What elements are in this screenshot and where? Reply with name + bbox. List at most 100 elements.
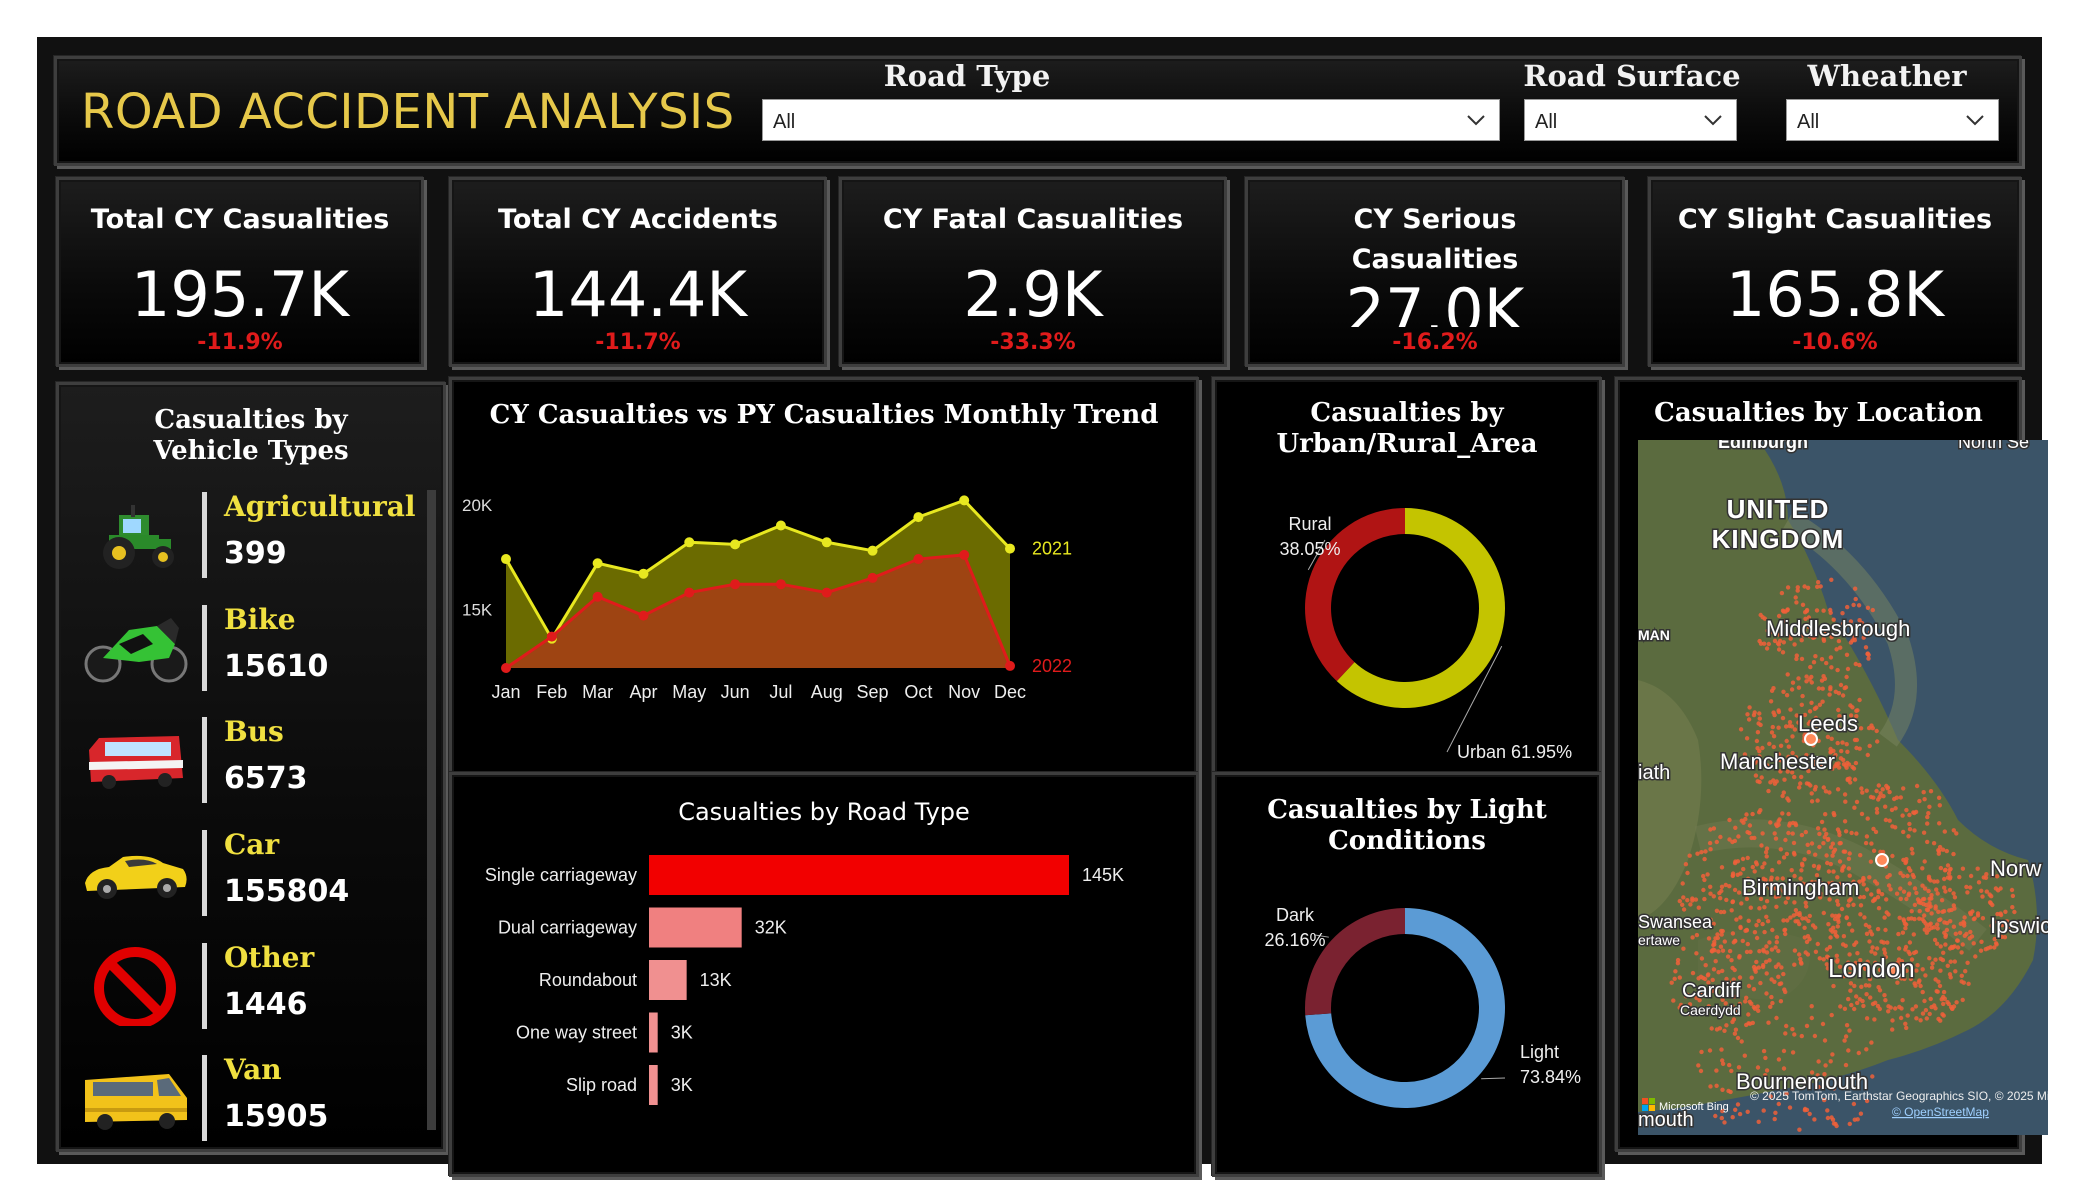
vehicle-name: Other: [224, 941, 315, 974]
accident-dot: [1959, 973, 1964, 978]
accident-dot: [1792, 727, 1798, 732]
map-label: Birmingham: [1742, 875, 1859, 900]
accident-dot: [1696, 1063, 1701, 1068]
accident-dot: [1734, 917, 1739, 922]
accident-dot: [1766, 1020, 1771, 1025]
car-icon: [85, 855, 187, 899]
accident-dot: [1782, 987, 1787, 992]
accident-dot: [1780, 650, 1786, 655]
chevron-down-icon: [1704, 115, 1722, 126]
accident-dot: [1669, 980, 1674, 985]
accident-dot: [1756, 918, 1761, 924]
accident-dot: [1833, 929, 1838, 934]
accident-dot: [1761, 947, 1766, 952]
accident-dot: [1830, 1052, 1835, 1057]
accident-dot: [1792, 642, 1797, 647]
road-type-panel: Casualties by Road Type Single carriagew…: [449, 772, 1199, 1177]
accident-dot: [1707, 840, 1713, 846]
accident-dot: [1874, 946, 1880, 951]
accident-dot: [1743, 999, 1748, 1004]
kpi-title: CY Slight Casualities: [1677, 204, 1993, 235]
accident-dot: [1759, 843, 1764, 848]
accident-dot: [1708, 847, 1713, 852]
accident-dot: [1699, 850, 1704, 855]
accident-dot: [1876, 985, 1881, 990]
map-label: Swansea: [1638, 912, 1713, 932]
accident-dot: [1745, 855, 1750, 861]
accident-dot: [1769, 730, 1775, 735]
accident-dot: [1797, 785, 1802, 790]
accident-dot: [1799, 868, 1804, 873]
accident-dot: [1776, 1057, 1782, 1062]
accident-dot: [1939, 997, 1944, 1002]
accident-dot: [1829, 665, 1834, 670]
accident-dot: [1918, 983, 1923, 989]
location-map[interactable]: Edinburgh North Se UNITED KINGDOM MAN Mi…: [1638, 440, 2048, 1135]
accident-dot: [1902, 921, 1908, 926]
accident-dot: [1703, 849, 1708, 854]
accident-dot: [1968, 885, 1973, 890]
accident-dot: [1841, 757, 1846, 763]
accident-dot: [1809, 1004, 1814, 1009]
accident-dot: [1736, 890, 1742, 895]
accident-dot: [1815, 826, 1821, 831]
accident-dot: [1835, 787, 1841, 792]
accident-dot: [1883, 998, 1888, 1003]
accident-dot: [1754, 935, 1760, 941]
accident-dot: [1835, 740, 1840, 746]
accident-dot: [1727, 817, 1732, 823]
accident-dot: [1675, 961, 1681, 966]
accident-dot: [1799, 774, 1804, 780]
accident-dot: [1980, 894, 1985, 899]
accident-dot: [1852, 1006, 1857, 1012]
accident-dot: [1805, 842, 1810, 847]
accident-dot: [1863, 840, 1869, 846]
accident-dot: [1774, 940, 1779, 945]
accident-dot: [1853, 586, 1858, 591]
accident-dot: [1767, 940, 1772, 945]
accident-dot: [1814, 608, 1820, 613]
accident-dot: [1787, 821, 1793, 826]
accident-dot: [1825, 1108, 1830, 1113]
accident-dot: [1850, 928, 1855, 933]
accident-dot: [1857, 697, 1862, 703]
accident-dot: [1813, 784, 1818, 790]
accident-dot: [1780, 608, 1786, 613]
accident-dot: [1870, 607, 1875, 613]
osm-attribution-link[interactable]: © OpenStreetMap: [1892, 1105, 1989, 1119]
accident-dot: [1685, 870, 1690, 876]
accident-dot: [1948, 959, 1953, 964]
road-surface-select[interactable]: All: [1524, 99, 1737, 141]
accident-dot: [1870, 898, 1876, 904]
weather-select[interactable]: All: [1786, 99, 1999, 141]
accident-dot: [1842, 1038, 1847, 1043]
accident-dot: [1735, 1035, 1741, 1041]
accident-dot: [1926, 927, 1931, 932]
vehicle-list-scrollbar[interactable]: [427, 490, 436, 1130]
road-type-select[interactable]: All: [762, 99, 1500, 141]
accident-dot: [1841, 934, 1847, 939]
accident-dot: [1848, 988, 1853, 993]
accident-dot: [1907, 940, 1913, 945]
accident-dot: [1964, 884, 1969, 890]
trend-chart: 2021 2022 15K 20K Jan Feb Mar Apr May Jun Jul Aug Se…: [462, 495, 1072, 702]
accident-dot: [1790, 1050, 1796, 1055]
accident-dot: [1960, 997, 1965, 1003]
accident-dot: [1772, 1116, 1777, 1122]
accident-dot: [1907, 827, 1913, 832]
accident-dot: [1702, 856, 1707, 862]
donut-label: Light: [1520, 1042, 1559, 1062]
accident-dot: [1946, 871, 1952, 876]
accident-dot: [1965, 890, 1970, 895]
accident-dot: [1845, 749, 1850, 754]
urban-rural-panel: Casualties by Urban/Rural_Area Urban 61.…: [1212, 377, 1602, 792]
accident-dot: [1824, 831, 1829, 837]
accident-dot: [1943, 889, 1948, 894]
accident-dot: [1813, 925, 1818, 930]
accident-dot: [1821, 841, 1826, 846]
urban-rural-donut-chart: Urban 61.95% Rural 38.05%: [1279, 508, 1572, 762]
accident-dot: [1779, 590, 1785, 596]
accident-dot: [1913, 1004, 1919, 1009]
accident-dot: [1777, 817, 1782, 822]
accident-dot: [1712, 939, 1717, 945]
